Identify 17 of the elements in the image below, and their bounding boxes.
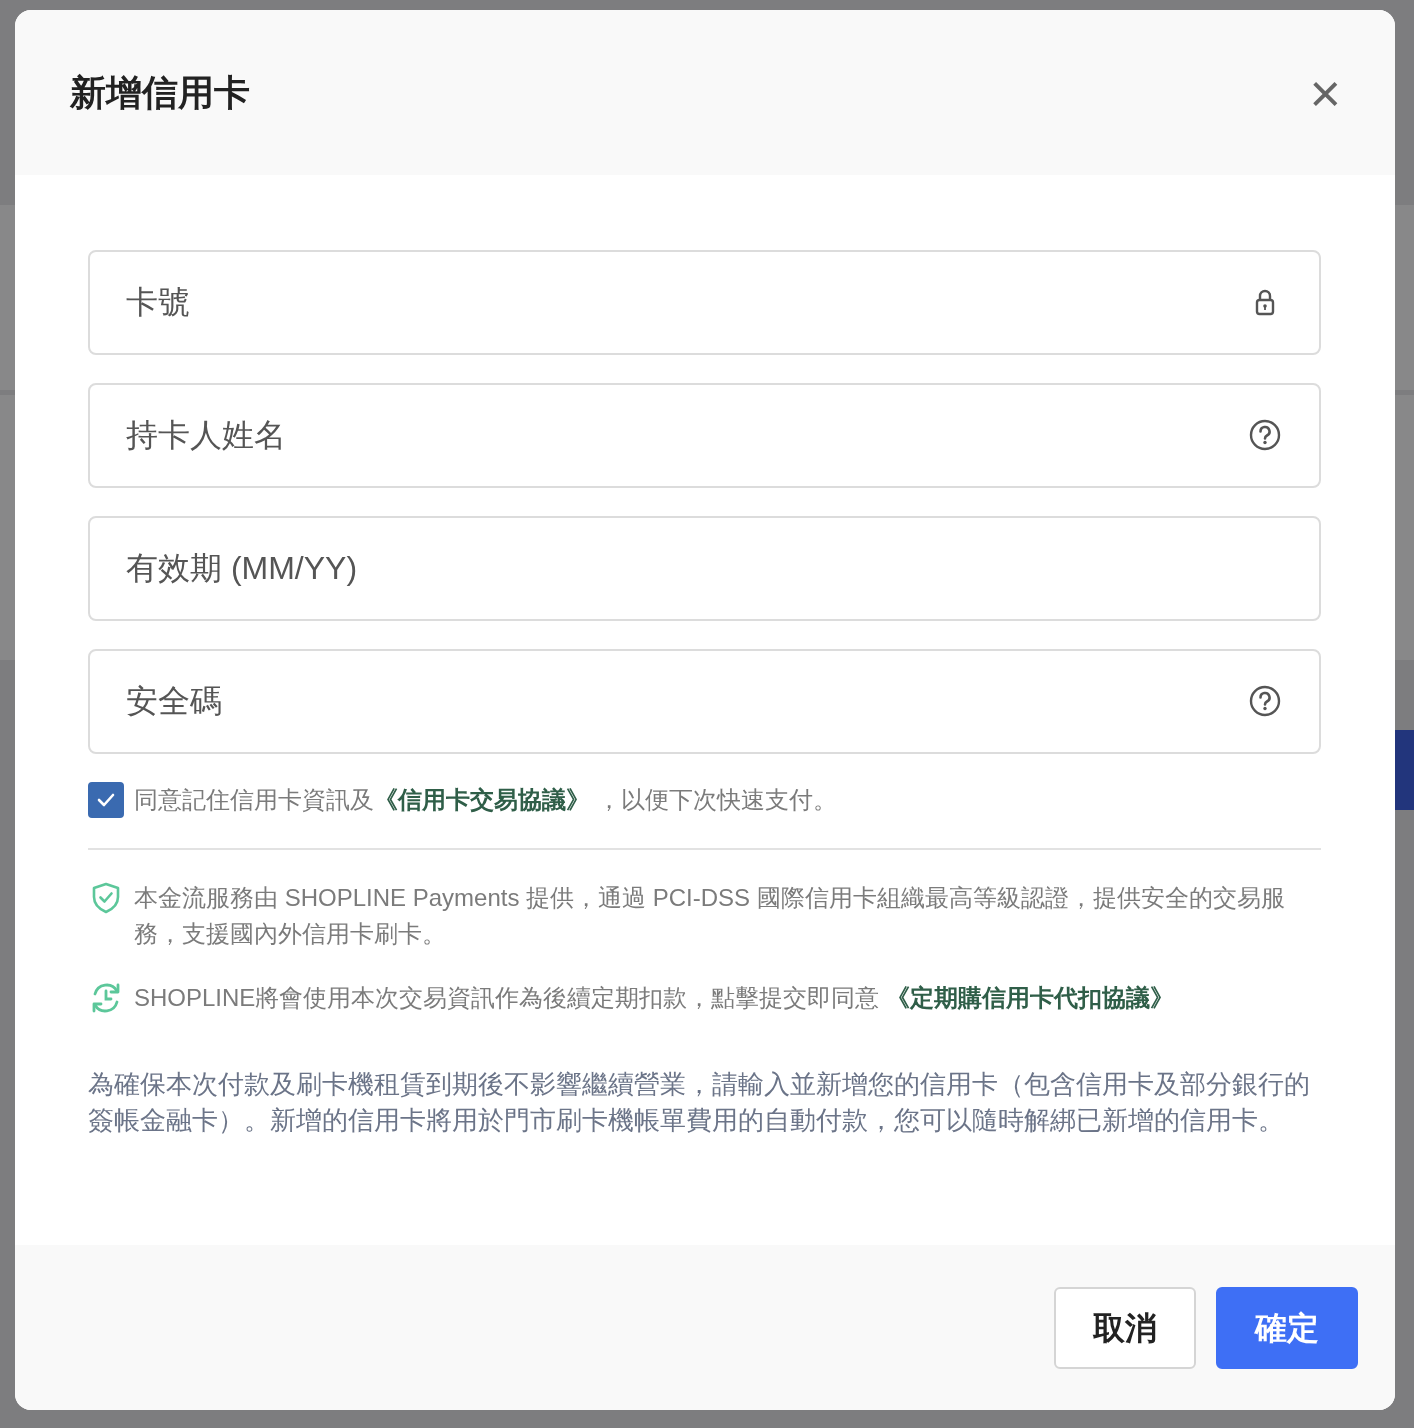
cancel-button[interactable]: 取消 — [1054, 1286, 1196, 1369]
close-button[interactable]: × — [1305, 65, 1345, 120]
agreement-link[interactable]: 《信用卡交易協議》 — [374, 786, 590, 813]
dialog-title: 新增信用卡 — [70, 70, 250, 115]
description-text: 為確保本次付款及刷卡機租賃到期後不影響繼續營業，請輸入並新增您的信用卡（包含信用卡及部分銀行的簽帳金融卡）。新增的信用卡將用於門市刷卡機帳單費用的自動付款，您可以隨時解綁已新增的信用卡。 — [88, 1068, 1311, 1137]
input-field[interactable]: 有效期 (MM/YY) — [88, 516, 1321, 621]
notice-text: SHOPLINE將會使用本次交易資訊作為後續定期扣款，點擊提交即同意 《定期購信用卡代扣協議》 — [134, 983, 1175, 1013]
help-icon[interactable] — [1249, 419, 1281, 451]
consent-text: 同意記住信用卡資訊及《信用卡交易協議》 ，以便下次快速支付。 — [134, 785, 837, 815]
input-field[interactable]: 卡號 — [88, 250, 1321, 355]
confirm-button[interactable]: 確定 — [1216, 1286, 1358, 1369]
notice-text: 本金流服務由 SHOPLINE Payments 提供，通過 PCI-DSS 國際信用卡組織最高等級認證，提供安全的交易服務，支援國內外信用卡刷卡。 — [134, 883, 1286, 949]
checkbox[interactable] — [88, 782, 124, 818]
agreement-link[interactable]: 《定期購信用卡代扣協議》 — [886, 984, 1175, 1011]
input-field[interactable]: 安全碼 — [88, 649, 1321, 754]
input-field[interactable]: 持卡人姓名 — [88, 383, 1321, 488]
help-icon[interactable] — [1249, 685, 1281, 717]
